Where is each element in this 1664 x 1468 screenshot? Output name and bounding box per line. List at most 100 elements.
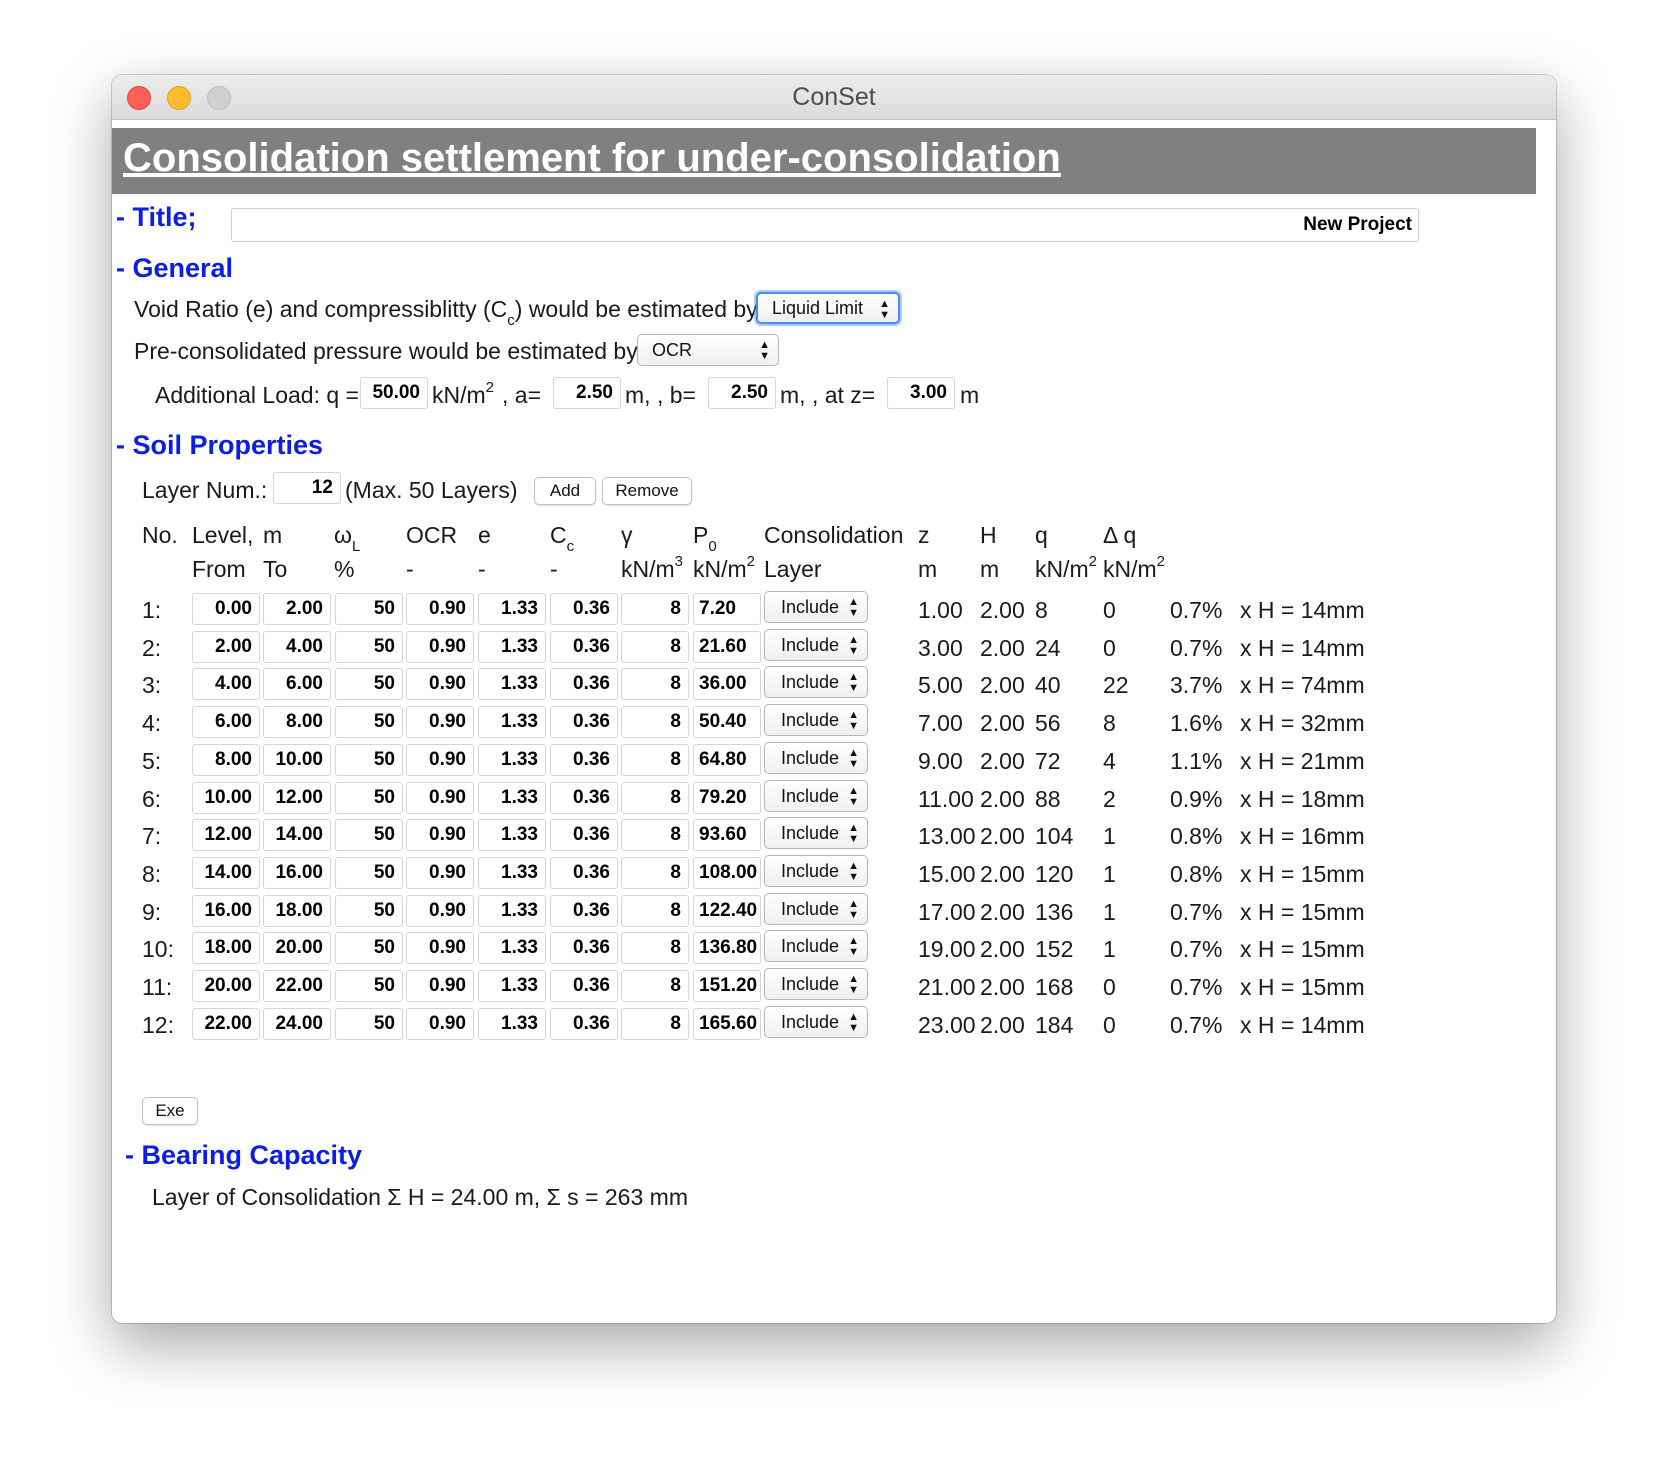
layer-gamma-field[interactable]: 8 [621,895,689,927]
layer-from-field[interactable]: 20.00 [192,970,260,1002]
layer-cc-field[interactable]: 0.36 [550,857,618,889]
layer-e-field[interactable]: 1.33 [478,593,546,625]
layer-gamma-field[interactable]: 8 [621,1008,689,1040]
consolidation-layer-select[interactable]: Include ▲ ▼ [764,1006,868,1038]
layer-wl-field[interactable]: 50 [335,932,403,964]
layer-from-field[interactable]: 6.00 [192,706,260,738]
layer-ocr-field[interactable]: 0.90 [406,895,474,927]
layer-num-field[interactable]: 12 [273,472,341,504]
layer-p0-field[interactable]: 21.60 [693,631,761,663]
layer-gamma-field[interactable]: 8 [621,631,689,663]
layer-from-field[interactable]: 16.00 [192,895,260,927]
layer-cc-field[interactable]: 0.36 [550,1008,618,1040]
layer-from-field[interactable]: 0.00 [192,593,260,625]
layer-e-field[interactable]: 1.33 [478,895,546,927]
layer-ocr-field[interactable]: 0.90 [406,782,474,814]
layer-wl-field[interactable]: 50 [335,668,403,700]
layer-p0-field[interactable]: 151.20 [693,970,761,1002]
layer-ocr-field[interactable]: 0.90 [406,932,474,964]
consolidation-layer-select[interactable]: Include ▲ ▼ [764,666,868,698]
layer-to-field[interactable]: 16.00 [263,857,331,889]
layer-e-field[interactable]: 1.33 [478,970,546,1002]
layer-ocr-field[interactable]: 0.90 [406,593,474,625]
layer-gamma-field[interactable]: 8 [621,593,689,625]
layer-wl-field[interactable]: 50 [335,782,403,814]
layer-from-field[interactable]: 18.00 [192,932,260,964]
layer-to-field[interactable]: 2.00 [263,593,331,625]
preconsolidated-method-select[interactable]: OCR ▲ ▼ [637,334,779,366]
layer-p0-field[interactable]: 36.00 [693,668,761,700]
layer-ocr-field[interactable]: 0.90 [406,631,474,663]
layer-cc-field[interactable]: 0.36 [550,744,618,776]
layer-cc-field[interactable]: 0.36 [550,970,618,1002]
layer-p0-field[interactable]: 7.20 [693,593,761,625]
layer-to-field[interactable]: 14.00 [263,819,331,851]
layer-p0-field[interactable]: 122.40 [693,895,761,927]
layer-e-field[interactable]: 1.33 [478,706,546,738]
layer-cc-field[interactable]: 0.36 [550,932,618,964]
consolidation-layer-select[interactable]: Include ▲ ▼ [764,591,868,623]
layer-p0-field[interactable]: 165.60 [693,1008,761,1040]
project-title-field[interactable]: New Project [231,208,1419,242]
layer-wl-field[interactable]: 50 [335,706,403,738]
layer-cc-field[interactable]: 0.36 [550,668,618,700]
load-a-field[interactable]: 2.50 [553,377,621,409]
layer-ocr-field[interactable]: 0.90 [406,744,474,776]
void-ratio-method-select[interactable]: Liquid Limit ▲ ▼ [756,292,900,324]
layer-to-field[interactable]: 6.00 [263,668,331,700]
consolidation-layer-select[interactable]: Include ▲ ▼ [764,855,868,887]
layer-gamma-field[interactable]: 8 [621,932,689,964]
execute-button[interactable]: Exe [142,1097,198,1125]
add-layer-button[interactable]: Add [534,477,596,505]
consolidation-layer-select[interactable]: Include ▲ ▼ [764,742,868,774]
layer-to-field[interactable]: 8.00 [263,706,331,738]
layer-from-field[interactable]: 2.00 [192,631,260,663]
layer-gamma-field[interactable]: 8 [621,744,689,776]
consolidation-layer-select[interactable]: Include ▲ ▼ [764,968,868,1000]
layer-e-field[interactable]: 1.33 [478,782,546,814]
layer-wl-field[interactable]: 50 [335,970,403,1002]
layer-ocr-field[interactable]: 0.90 [406,668,474,700]
layer-p0-field[interactable]: 93.60 [693,819,761,851]
layer-ocr-field[interactable]: 0.90 [406,819,474,851]
layer-to-field[interactable]: 10.00 [263,744,331,776]
layer-wl-field[interactable]: 50 [335,895,403,927]
load-z-field[interactable]: 3.00 [887,377,955,409]
layer-from-field[interactable]: 8.00 [192,744,260,776]
layer-ocr-field[interactable]: 0.90 [406,857,474,889]
layer-cc-field[interactable]: 0.36 [550,819,618,851]
layer-p0-field[interactable]: 136.80 [693,932,761,964]
layer-e-field[interactable]: 1.33 [478,1008,546,1040]
layer-cc-field[interactable]: 0.36 [550,593,618,625]
layer-p0-field[interactable]: 50.40 [693,706,761,738]
layer-e-field[interactable]: 1.33 [478,744,546,776]
layer-cc-field[interactable]: 0.36 [550,706,618,738]
layer-to-field[interactable]: 12.00 [263,782,331,814]
consolidation-layer-select[interactable]: Include ▲ ▼ [764,893,868,925]
layer-ocr-field[interactable]: 0.90 [406,970,474,1002]
layer-gamma-field[interactable]: 8 [621,857,689,889]
layer-wl-field[interactable]: 50 [335,631,403,663]
layer-from-field[interactable]: 10.00 [192,782,260,814]
layer-wl-field[interactable]: 50 [335,593,403,625]
layer-from-field[interactable]: 4.00 [192,668,260,700]
layer-ocr-field[interactable]: 0.90 [406,706,474,738]
remove-layer-button[interactable]: Remove [602,477,692,505]
layer-wl-field[interactable]: 50 [335,857,403,889]
layer-from-field[interactable]: 14.00 [192,857,260,889]
layer-cc-field[interactable]: 0.36 [550,782,618,814]
layer-from-field[interactable]: 12.00 [192,819,260,851]
layer-e-field[interactable]: 1.33 [478,631,546,663]
layer-gamma-field[interactable]: 8 [621,970,689,1002]
consolidation-layer-select[interactable]: Include ▲ ▼ [764,817,868,849]
layer-wl-field[interactable]: 50 [335,1008,403,1040]
layer-e-field[interactable]: 1.33 [478,819,546,851]
layer-to-field[interactable]: 24.00 [263,1008,331,1040]
layer-wl-field[interactable]: 50 [335,819,403,851]
load-q-field[interactable]: 50.00 [360,377,428,409]
layer-gamma-field[interactable]: 8 [621,819,689,851]
layer-to-field[interactable]: 4.00 [263,631,331,663]
layer-e-field[interactable]: 1.33 [478,932,546,964]
load-b-field[interactable]: 2.50 [708,377,776,409]
layer-gamma-field[interactable]: 8 [621,668,689,700]
